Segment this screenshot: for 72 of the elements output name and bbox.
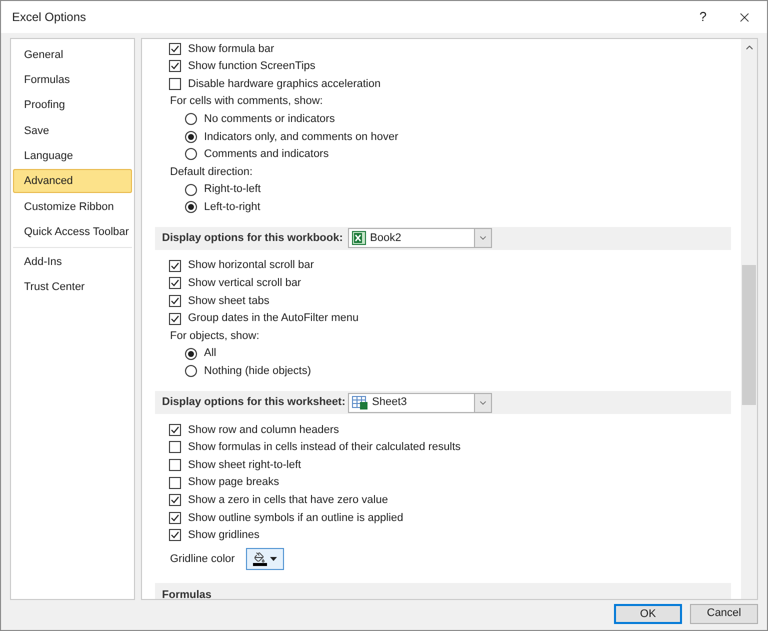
group-label: For cells with comments, show:	[170, 94, 323, 110]
option-label: Show formulas in cells instead of their calculated results	[188, 440, 461, 456]
option-label: Nothing (hide objects)	[204, 364, 312, 380]
help-button[interactable]: ?	[685, 7, 721, 27]
dialog-button[interactable]: Cancel	[690, 604, 758, 624]
sidebar-item[interactable]: Quick Access Toolbar	[13, 220, 132, 244]
checkbox[interactable]	[169, 260, 181, 272]
sidebar-item[interactable]: Language	[13, 144, 132, 168]
option-label: Show outline symbols if an outline is applied	[188, 510, 404, 526]
sidebar-item[interactable]: Save	[13, 118, 132, 143]
dropdown[interactable]: Book2	[348, 228, 492, 248]
checkbox[interactable]	[169, 424, 181, 436]
option-label: Comments and indicators	[204, 147, 329, 162]
option-label: Show gridlines	[188, 528, 260, 544]
section-header: Display options for this workbook: Book2	[155, 226, 731, 250]
radio-button[interactable]	[185, 148, 197, 160]
option-label: Show page breaks	[188, 475, 280, 490]
radio-button[interactable]	[185, 348, 197, 360]
scroll-thumb[interactable]	[742, 265, 756, 405]
dropdown[interactable]: Sheet3	[348, 392, 492, 413]
sidebar-item[interactable]: General	[13, 43, 132, 67]
spreadsheet-icon	[352, 231, 366, 246]
checkbox[interactable]	[169, 459, 181, 472]
section-header: Formulas	[155, 583, 731, 599]
option-label: Show a zero in cells that have zero value	[188, 493, 388, 508]
option-label: Show function ScreenTips	[188, 59, 316, 74]
sidebar-item[interactable]: Proofing	[13, 94, 132, 118]
option-label: Indicators only, and comments on hover	[204, 130, 398, 145]
option-label: Group dates in the AutoFilter menu	[188, 311, 359, 326]
window-title: Excel Options	[12, 9, 88, 26]
option-label: Show sheet tabs	[188, 294, 270, 309]
checkbox[interactable]	[169, 476, 181, 489]
sidebar-item[interactable]: Add-Ins	[13, 250, 132, 274]
option-label: Disable hardware graphics acceleration	[188, 76, 381, 92]
sidebar-item[interactable]: Customize Ribbon	[13, 194, 132, 219]
checkbox[interactable]	[169, 294, 181, 307]
option-label: Show sheet right-to-left	[188, 458, 302, 473]
sidebar-item[interactable]: Advanced	[13, 169, 132, 194]
dialog-button[interactable]: OK	[614, 604, 682, 624]
section-header: Display options for this worksheet: Sheet3	[155, 391, 731, 414]
group-label: For objects, show:	[170, 328, 260, 344]
option-label: Show row and column headers	[188, 422, 340, 438]
checkbox[interactable]	[169, 60, 181, 72]
radio-button[interactable]	[185, 201, 197, 214]
caret-icon	[270, 557, 277, 562]
group-label: Default direction:	[170, 164, 253, 180]
checkbox[interactable]	[169, 529, 181, 542]
sidebar-item[interactable]: Trust Center	[13, 276, 132, 300]
checkbox[interactable]	[169, 441, 181, 454]
option-label: Show horizontal scroll bar	[188, 258, 314, 274]
option-label: Gridline color	[170, 552, 235, 567]
color-picker-button[interactable]	[246, 548, 284, 570]
radio-button[interactable]	[185, 184, 197, 196]
checkbox[interactable]	[169, 277, 181, 290]
option-label: Show formula bar	[188, 42, 274, 57]
option-label: Right-to-left	[204, 182, 261, 198]
scrollbar[interactable]	[741, 39, 757, 599]
radio-button[interactable]	[185, 113, 197, 126]
radio-button[interactable]	[185, 365, 197, 378]
checkbox[interactable]	[169, 312, 181, 325]
checkbox[interactable]	[169, 42, 181, 55]
sidebar-item[interactable]: Formulas	[13, 68, 132, 92]
checkbox[interactable]	[169, 494, 181, 506]
paint-bucket-icon	[254, 552, 266, 564]
option-label: No comments or indicators	[204, 112, 335, 127]
checkbox[interactable]	[169, 512, 181, 524]
checkbox[interactable]	[169, 78, 181, 90]
option-label: Left-to-right	[204, 200, 260, 215]
option-label: Show vertical scroll bar	[188, 276, 302, 292]
sheet-grid-icon	[352, 396, 368, 410]
option-label: All	[204, 346, 216, 362]
radio-button[interactable]	[185, 130, 197, 143]
